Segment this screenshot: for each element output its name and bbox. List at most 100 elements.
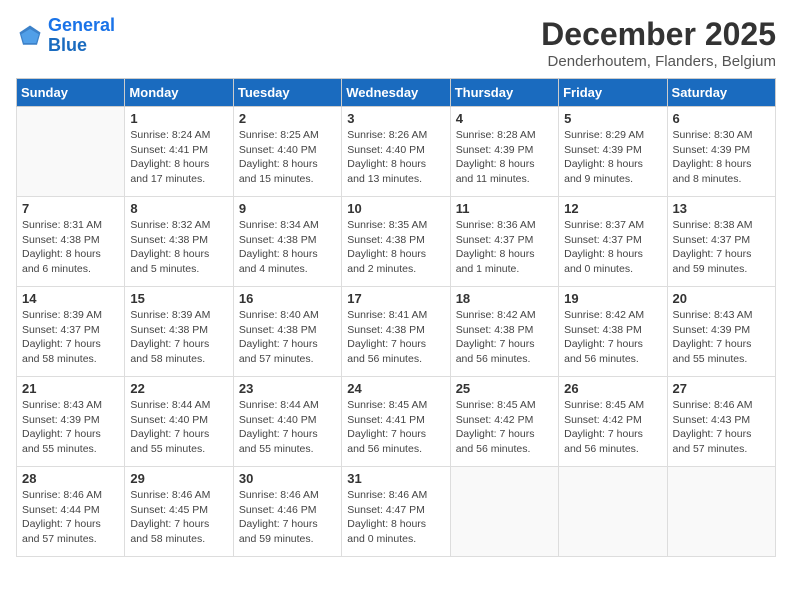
logo-line1: General <box>48 15 115 35</box>
calendar-cell: 25Sunrise: 8:45 AM Sunset: 4:42 PM Dayli… <box>450 377 558 467</box>
day-info: Sunrise: 8:36 AM Sunset: 4:37 PM Dayligh… <box>456 218 553 277</box>
day-number: 31 <box>347 471 444 486</box>
weekday-header-thursday: Thursday <box>450 79 558 107</box>
calendar-cell: 10 Sunrise: 8:35 AM Sunset: 4:38 PM Dayli… <box>342 197 450 287</box>
day-info: Sunrise: 8:46 AM Sunset: 4:46 PM Dayligh… <box>239 488 336 547</box>
calendar-cell: 27 Sunrise: 8:46 AM Sunset: 4:43 PM Dayli… <box>667 377 775 467</box>
day-number: 6 <box>673 111 770 126</box>
day-info: Sunrise: 8:35 AM Sunset: 4:38 PM Dayligh… <box>347 218 444 277</box>
location-subtitle: Denderhoutem, Flanders, Belgium <box>541 53 776 70</box>
day-number: 20 <box>673 291 770 306</box>
weekday-header-monday: Monday <box>125 79 233 107</box>
day-number: 2 <box>239 111 336 126</box>
day-info: Sunrise: 8:32 AM Sunset: 4:38 PM Dayligh… <box>130 218 227 277</box>
calendar-cell <box>667 467 775 557</box>
day-number: 26 <box>564 381 661 396</box>
page-header: General Blue December 2025 Denderhoutem,… <box>16 16 776 70</box>
day-number: 9 <box>239 201 336 216</box>
day-number: 11 <box>456 201 553 216</box>
calendar-cell: 19 Sunrise: 8:42 AM Sunset: 4:38 PM Dayli… <box>559 287 667 377</box>
calendar-cell: 29 Sunrise: 8:46 AM Sunset: 4:45 PM Dayli… <box>125 467 233 557</box>
day-info: Sunrise: 8:41 AM Sunset: 4:38 PM Dayligh… <box>347 308 444 367</box>
calendar-cell <box>559 467 667 557</box>
calendar-cell: 24 Sunrise: 8:45 AM Sunset: 4:41 PM Dayli… <box>342 377 450 467</box>
calendar-cell: 9Sunrise: 8:34 AM Sunset: 4:38 PM Daylig… <box>233 197 341 287</box>
day-number: 13 <box>673 201 770 216</box>
calendar-cell <box>450 467 558 557</box>
calendar-cell: 2 Sunrise: 8:25 AM Sunset: 4:40 PM Daylig… <box>233 107 341 197</box>
calendar-table: SundayMondayTuesdayWednesdayThursdayFrid… <box>16 78 776 557</box>
day-info: Sunrise: 8:43 AM Sunset: 4:39 PM Dayligh… <box>673 308 770 367</box>
logo-icon <box>16 22 44 50</box>
weekday-header-saturday: Saturday <box>667 79 775 107</box>
day-info: Sunrise: 8:39 AM Sunset: 4:38 PM Dayligh… <box>130 308 227 367</box>
calendar-cell: 6 Sunrise: 8:30 AM Sunset: 4:39 PM Daylig… <box>667 107 775 197</box>
day-number: 23 <box>239 381 336 396</box>
day-info: Sunrise: 8:45 AM Sunset: 4:41 PM Dayligh… <box>347 398 444 457</box>
week-row-1: 1 Sunrise: 8:24 AM Sunset: 4:41 PM Daylig… <box>17 107 776 197</box>
calendar-cell: 1 Sunrise: 8:24 AM Sunset: 4:41 PM Daylig… <box>125 107 233 197</box>
day-info: Sunrise: 8:46 AM Sunset: 4:47 PM Dayligh… <box>347 488 444 547</box>
weekday-header-friday: Friday <box>559 79 667 107</box>
day-number: 10 <box>347 201 444 216</box>
calendar-cell: 30Sunrise: 8:46 AM Sunset: 4:46 PM Dayli… <box>233 467 341 557</box>
day-info: Sunrise: 8:40 AM Sunset: 4:38 PM Dayligh… <box>239 308 336 367</box>
calendar-cell: 13Sunrise: 8:38 AM Sunset: 4:37 PM Dayli… <box>667 197 775 287</box>
day-number: 3 <box>347 111 444 126</box>
day-number: 29 <box>130 471 227 486</box>
week-row-2: 7 Sunrise: 8:31 AM Sunset: 4:38 PM Daylig… <box>17 197 776 287</box>
week-row-5: 28Sunrise: 8:46 AM Sunset: 4:44 PM Dayli… <box>17 467 776 557</box>
day-number: 18 <box>456 291 553 306</box>
day-info: Sunrise: 8:30 AM Sunset: 4:39 PM Dayligh… <box>673 128 770 187</box>
day-number: 7 <box>22 201 119 216</box>
calendar-cell: 26Sunrise: 8:45 AM Sunset: 4:42 PM Dayli… <box>559 377 667 467</box>
logo: General Blue <box>16 16 115 56</box>
week-row-3: 14Sunrise: 8:39 AM Sunset: 4:37 PM Dayli… <box>17 287 776 377</box>
day-number: 24 <box>347 381 444 396</box>
weekday-header-sunday: Sunday <box>17 79 125 107</box>
day-number: 17 <box>347 291 444 306</box>
day-info: Sunrise: 8:42 AM Sunset: 4:38 PM Dayligh… <box>564 308 661 367</box>
day-number: 14 <box>22 291 119 306</box>
calendar-cell: 8Sunrise: 8:32 AM Sunset: 4:38 PM Daylig… <box>125 197 233 287</box>
day-info: Sunrise: 8:26 AM Sunset: 4:40 PM Dayligh… <box>347 128 444 187</box>
calendar-cell: 5Sunrise: 8:29 AM Sunset: 4:39 PM Daylig… <box>559 107 667 197</box>
calendar-cell: 31 Sunrise: 8:46 AM Sunset: 4:47 PM Dayli… <box>342 467 450 557</box>
day-info: Sunrise: 8:31 AM Sunset: 4:38 PM Dayligh… <box>22 218 119 277</box>
calendar-cell: 18Sunrise: 8:42 AM Sunset: 4:38 PM Dayli… <box>450 287 558 377</box>
day-info: Sunrise: 8:46 AM Sunset: 4:44 PM Dayligh… <box>22 488 119 547</box>
week-row-4: 21 Sunrise: 8:43 AM Sunset: 4:39 PM Dayli… <box>17 377 776 467</box>
day-number: 16 <box>239 291 336 306</box>
day-info: Sunrise: 8:44 AM Sunset: 4:40 PM Dayligh… <box>239 398 336 457</box>
calendar-cell: 12Sunrise: 8:37 AM Sunset: 4:37 PM Dayli… <box>559 197 667 287</box>
day-number: 27 <box>673 381 770 396</box>
day-number: 21 <box>22 381 119 396</box>
day-info: Sunrise: 8:25 AM Sunset: 4:40 PM Dayligh… <box>239 128 336 187</box>
logo-text: General Blue <box>48 16 115 56</box>
calendar-cell: 4Sunrise: 8:28 AM Sunset: 4:39 PM Daylig… <box>450 107 558 197</box>
calendar-cell <box>17 107 125 197</box>
calendar-cell: 14Sunrise: 8:39 AM Sunset: 4:37 PM Dayli… <box>17 287 125 377</box>
day-number: 15 <box>130 291 227 306</box>
day-info: Sunrise: 8:24 AM Sunset: 4:41 PM Dayligh… <box>130 128 227 187</box>
day-number: 19 <box>564 291 661 306</box>
calendar-cell: 22 Sunrise: 8:44 AM Sunset: 4:40 PM Dayli… <box>125 377 233 467</box>
day-number: 1 <box>130 111 227 126</box>
weekday-header-tuesday: Tuesday <box>233 79 341 107</box>
calendar-cell: 7 Sunrise: 8:31 AM Sunset: 4:38 PM Daylig… <box>17 197 125 287</box>
month-title: December 2025 <box>541 16 776 53</box>
day-info: Sunrise: 8:46 AM Sunset: 4:45 PM Dayligh… <box>130 488 227 547</box>
title-area: December 2025 Denderhoutem, Flanders, Be… <box>541 16 776 70</box>
calendar-cell: 20 Sunrise: 8:43 AM Sunset: 4:39 PM Dayli… <box>667 287 775 377</box>
day-number: 22 <box>130 381 227 396</box>
calendar-cell: 23 Sunrise: 8:44 AM Sunset: 4:40 PM Dayli… <box>233 377 341 467</box>
weekday-header-wednesday: Wednesday <box>342 79 450 107</box>
day-info: Sunrise: 8:29 AM Sunset: 4:39 PM Dayligh… <box>564 128 661 187</box>
calendar-cell: 11 Sunrise: 8:36 AM Sunset: 4:37 PM Dayli… <box>450 197 558 287</box>
day-info: Sunrise: 8:43 AM Sunset: 4:39 PM Dayligh… <box>22 398 119 457</box>
day-info: Sunrise: 8:46 AM Sunset: 4:43 PM Dayligh… <box>673 398 770 457</box>
day-info: Sunrise: 8:37 AM Sunset: 4:37 PM Dayligh… <box>564 218 661 277</box>
day-info: Sunrise: 8:44 AM Sunset: 4:40 PM Dayligh… <box>130 398 227 457</box>
day-info: Sunrise: 8:28 AM Sunset: 4:39 PM Dayligh… <box>456 128 553 187</box>
calendar-cell: 16 Sunrise: 8:40 AM Sunset: 4:38 PM Dayli… <box>233 287 341 377</box>
